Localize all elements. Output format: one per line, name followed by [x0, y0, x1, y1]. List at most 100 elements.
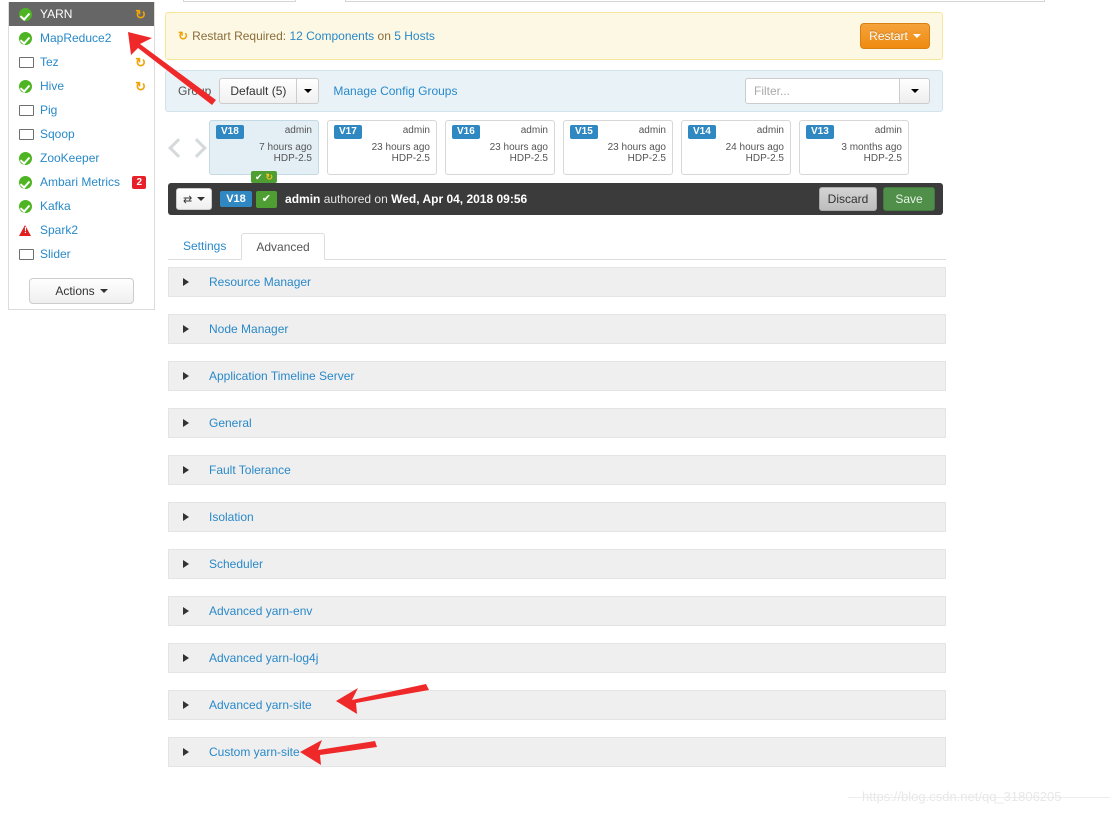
accordion-section-isolation[interactable]: Isolation: [168, 502, 946, 532]
accordion-section-advanced-yarn-env[interactable]: Advanced yarn-env: [168, 596, 946, 626]
sidebar-item-label: Pig: [40, 103, 58, 117]
compare-versions-button[interactable]: ⇄: [176, 188, 213, 210]
restart-icon[interactable]: ↻: [135, 80, 146, 93]
caret-right-icon: [183, 325, 189, 333]
sidebar-item-hive[interactable]: Hive ↻: [9, 74, 154, 98]
sidebar-item-label: Slider: [40, 247, 71, 261]
save-button-label: Save: [895, 192, 923, 206]
caret-right-icon: [183, 607, 189, 615]
restart-icon[interactable]: ↻: [135, 8, 146, 21]
sidebar-item-tez[interactable]: Tez ↻: [9, 50, 154, 74]
save-button[interactable]: Save: [883, 187, 935, 211]
accordion-section-application-timeline-server[interactable]: Application Timeline Server: [168, 361, 946, 391]
sidebar-item-ambari-metrics[interactable]: Ambari Metrics 2: [9, 170, 154, 194]
current-version-tag: V18: [220, 191, 252, 207]
version-tag: V13: [806, 125, 834, 139]
restart-alert-on: on: [377, 29, 391, 43]
restart-icon[interactable]: ↻: [135, 56, 146, 69]
accordion-section-general[interactable]: General: [168, 408, 946, 438]
restart-icon: ↻: [178, 29, 189, 43]
chevron-left-icon[interactable]: [169, 137, 182, 159]
actions-button-label: Actions: [55, 284, 95, 298]
top-cutoff-stub-left: [183, 0, 296, 2]
restart-icon: ↻: [265, 172, 274, 182]
config-timestamp: Wed, Apr 04, 2018 09:56: [391, 192, 528, 206]
caret-right-icon: [183, 278, 189, 286]
current-version-check-icon: ✔: [255, 190, 278, 208]
caret-right-icon: [183, 560, 189, 568]
group-select-caret-button[interactable]: [297, 78, 320, 104]
version-author: admin: [402, 125, 430, 136]
tab-advanced[interactable]: Advanced: [241, 233, 325, 260]
version-card[interactable]: V13 admin 3 months ago HDP-2.5: [799, 120, 909, 175]
restart-components-link[interactable]: 12 Components: [289, 29, 374, 43]
caret-right-icon: [183, 419, 189, 427]
accordion-section-resource-manager[interactable]: Resource Manager: [168, 267, 946, 297]
actions-button[interactable]: Actions: [29, 278, 134, 304]
version-stack: HDP-2.5: [627, 153, 666, 164]
version-tag: V16: [452, 125, 480, 139]
discard-button[interactable]: Discard: [819, 187, 877, 211]
accordion-section-label: Resource Manager: [209, 275, 312, 289]
version-author: admin: [874, 125, 902, 136]
version-navigation: [165, 120, 209, 175]
accordion-section-node-manager[interactable]: Node Manager: [168, 314, 946, 344]
sidebar-item-spark2[interactable]: Spark2: [9, 218, 154, 242]
sidebar-item-pig[interactable]: Pig: [9, 98, 154, 122]
manage-config-groups-link[interactable]: Manage Config Groups: [333, 84, 457, 98]
check-icon: ✔: [254, 172, 263, 182]
config-section-accordion: Resource Manager Node Manager Application …: [168, 267, 946, 784]
version-card[interactable]: V17 admin 23 hours ago HDP-2.5: [327, 120, 437, 175]
accordion-section-label: Application Timeline Server: [209, 369, 355, 383]
config-author: admin: [285, 192, 321, 206]
check-circle-icon: [19, 31, 32, 45]
accordion-section-label: Fault Tolerance: [209, 463, 291, 477]
filter-input[interactable]: [745, 78, 900, 104]
alert-count-badge[interactable]: 2: [132, 175, 146, 189]
watermark: https://blog.csdn.net/qq_31806205: [862, 789, 1062, 804]
version-tag: V14: [688, 125, 716, 139]
check-circle-icon: [19, 7, 32, 21]
monitor-icon: [19, 248, 34, 261]
accordion-section-custom-yarn-site[interactable]: Custom yarn-site: [168, 737, 946, 767]
version-card[interactable]: V16 admin 23 hours ago HDP-2.5: [445, 120, 555, 175]
accordion-section-advanced-yarn-site[interactable]: Advanced yarn-site: [168, 690, 946, 720]
caret-right-icon: [183, 701, 189, 709]
chevron-right-icon[interactable]: [188, 137, 201, 159]
warning-triangle-icon: [19, 224, 32, 237]
accordion-section-fault-tolerance[interactable]: Fault Tolerance: [168, 455, 946, 485]
tab-settings[interactable]: Settings: [168, 232, 241, 259]
version-card-header: V13 admin: [806, 125, 902, 139]
sidebar-item-yarn[interactable]: YARN ↻: [9, 2, 154, 26]
version-author: admin: [520, 125, 548, 136]
caret-right-icon: [183, 654, 189, 662]
chevron-down-icon: [197, 197, 206, 201]
check-circle-icon: [19, 175, 32, 189]
restart-button[interactable]: Restart: [860, 23, 930, 49]
config-actions: Discard Save: [819, 187, 935, 211]
version-age: 23 hours ago: [489, 142, 548, 153]
monitor-icon: [19, 104, 34, 117]
chevron-down-icon: [910, 89, 919, 93]
accordion-section-scheduler[interactable]: Scheduler: [168, 549, 946, 579]
group-select-button[interactable]: Default (5): [219, 78, 298, 104]
sidebar-item-zookeeper[interactable]: ZooKeeper: [9, 146, 154, 170]
sidebar-item-slider[interactable]: Slider: [9, 242, 154, 266]
actions-container: Actions: [9, 278, 154, 304]
sidebar-item-sqoop[interactable]: Sqoop: [9, 122, 154, 146]
version-author: admin: [284, 125, 312, 136]
version-card[interactable]: V15 admin 23 hours ago HDP-2.5: [563, 120, 673, 175]
sidebar-item-kafka[interactable]: Kafka: [9, 194, 154, 218]
version-age: 7 hours ago: [259, 142, 312, 153]
group-select-split-button[interactable]: Default (5): [219, 78, 320, 104]
accordion-section-label: Custom yarn-site: [209, 745, 300, 759]
version-age: 23 hours ago: [607, 142, 666, 153]
version-card[interactable]: V18 admin 7 hours ago HDP-2.5 ✔ ↻: [209, 120, 319, 183]
version-card[interactable]: V14 admin 24 hours ago HDP-2.5: [681, 120, 791, 175]
restart-hosts-link[interactable]: 5 Hosts: [394, 29, 435, 43]
group-select-value: Default (5): [230, 84, 287, 98]
filter-control: [745, 78, 930, 104]
sidebar-item-mapreduce2[interactable]: MapReduce2: [9, 26, 154, 50]
accordion-section-advanced-yarn-log4j[interactable]: Advanced yarn-log4j: [168, 643, 946, 673]
filter-dropdown-button[interactable]: [900, 78, 930, 104]
